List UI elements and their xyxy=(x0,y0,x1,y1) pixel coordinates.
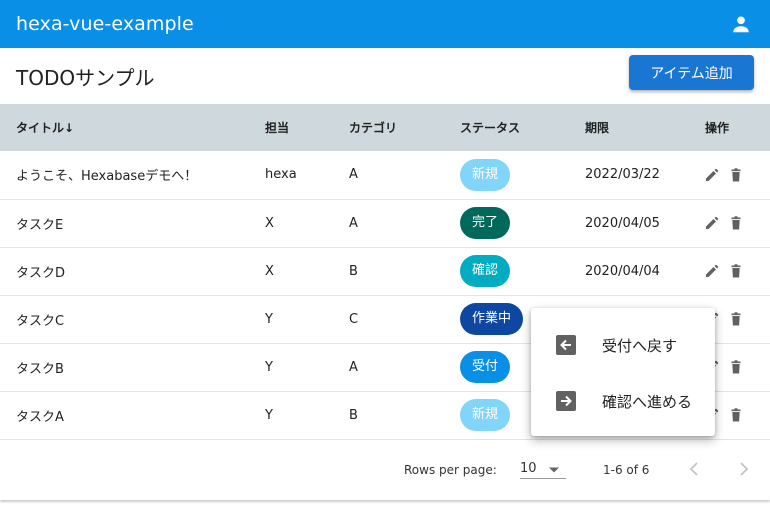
cell-category: B xyxy=(349,263,358,279)
header-category[interactable]: カテゴリ xyxy=(349,104,460,151)
header-actions: 操作 xyxy=(705,121,730,135)
cell-title: タスクB xyxy=(16,361,64,377)
page-title: TODOサンプル xyxy=(16,66,155,90)
account-icon[interactable] xyxy=(728,11,754,37)
cell-title: タスクC xyxy=(16,313,65,329)
arrow-right-box-icon xyxy=(556,391,576,411)
rows-per-page-value: 10 xyxy=(520,461,537,476)
chevron-down-icon xyxy=(548,463,560,478)
rows-per-page-label: Rows per page: xyxy=(404,463,497,477)
delete-icon[interactable] xyxy=(729,360,743,374)
status-chip[interactable]: 新規 xyxy=(460,399,511,431)
cell-category: A xyxy=(349,167,358,183)
header-status[interactable]: ステータス xyxy=(460,104,585,151)
add-item-button[interactable]: アイテム追加 xyxy=(629,55,754,90)
cell-category: A xyxy=(349,359,358,375)
cell-assignee: Y xyxy=(265,407,273,423)
status-chip[interactable]: 作業中 xyxy=(460,303,524,335)
cell-status: 確認 xyxy=(460,247,585,295)
cell-category: B xyxy=(349,407,358,423)
cell-assignee: Y xyxy=(265,311,273,327)
table-row[interactable]: ようこそ、Hexabaseデモへ！ hexa A 新規 2022/03/22 xyxy=(0,151,770,199)
header-due[interactable]: 期限 xyxy=(585,104,705,151)
app-bar: hexa-vue-example xyxy=(0,0,770,48)
table-row[interactable]: タスクE X A 完了 2020/04/05 xyxy=(0,199,770,247)
cell-due: 2020/04/05 xyxy=(585,215,660,231)
cell-title: タスクD xyxy=(16,265,66,281)
pagination-range: 1-6 of 6 xyxy=(603,463,650,477)
next-page-icon[interactable] xyxy=(734,460,752,478)
delete-icon[interactable] xyxy=(729,216,743,230)
delete-icon[interactable] xyxy=(729,168,743,182)
cell-title: タスクA xyxy=(16,409,64,425)
menu-item-label: 受付へ戻す xyxy=(602,336,678,355)
menu-item-advance-to-confirm[interactable]: 確認へ進める xyxy=(531,373,715,429)
cell-actions xyxy=(705,151,770,199)
cell-actions xyxy=(705,247,770,295)
cell-assignee: hexa xyxy=(265,167,297,183)
status-chip[interactable]: 完了 xyxy=(460,207,511,239)
header-assignee[interactable]: 担当 xyxy=(265,104,349,151)
table-row[interactable]: タスクD X B 確認 2020/04/04 xyxy=(0,247,770,295)
prev-page-icon[interactable] xyxy=(686,460,704,478)
cell-category: C xyxy=(349,311,359,327)
delete-icon[interactable] xyxy=(729,408,743,422)
table-header-row: タイトル↓ 担当 カテゴリ ステータス 期限 操作 xyxy=(0,104,770,151)
status-context-menu: 受付へ戻す 確認へ進める xyxy=(531,308,715,436)
status-chip[interactable]: 受付 xyxy=(460,351,511,383)
cell-actions xyxy=(705,199,770,247)
edit-icon[interactable] xyxy=(705,168,719,182)
menu-item-back-to-received[interactable]: 受付へ戻す xyxy=(531,317,715,373)
menu-item-label: 確認へ進める xyxy=(602,392,693,411)
cell-category: A xyxy=(349,215,358,231)
edit-icon[interactable] xyxy=(705,264,719,278)
cell-assignee: X xyxy=(265,263,274,279)
app-title: hexa-vue-example xyxy=(16,13,194,35)
cell-title: ようこそ、Hexabaseデモへ！ xyxy=(16,169,198,185)
cell-due: 2020/04/04 xyxy=(585,263,660,279)
rows-per-page-select[interactable]: 10 xyxy=(520,453,566,479)
cell-title: タスクE xyxy=(16,217,64,233)
cell-status: 新規 xyxy=(460,151,585,199)
cell-assignee: X xyxy=(265,215,274,231)
delete-icon[interactable] xyxy=(729,312,743,326)
table-footer: Rows per page: 10 1-6 of 6 xyxy=(0,441,770,499)
header-title[interactable]: タイトル↓ xyxy=(0,104,265,151)
cell-assignee: Y xyxy=(265,359,273,375)
cell-status: 完了 xyxy=(460,199,585,247)
status-chip[interactable]: 新規 xyxy=(460,158,511,191)
status-chip[interactable]: 確認 xyxy=(460,255,511,287)
cell-due: 2022/03/22 xyxy=(585,167,660,183)
delete-icon[interactable] xyxy=(729,264,743,278)
edit-icon[interactable] xyxy=(705,216,719,230)
arrow-left-box-icon xyxy=(556,335,576,355)
